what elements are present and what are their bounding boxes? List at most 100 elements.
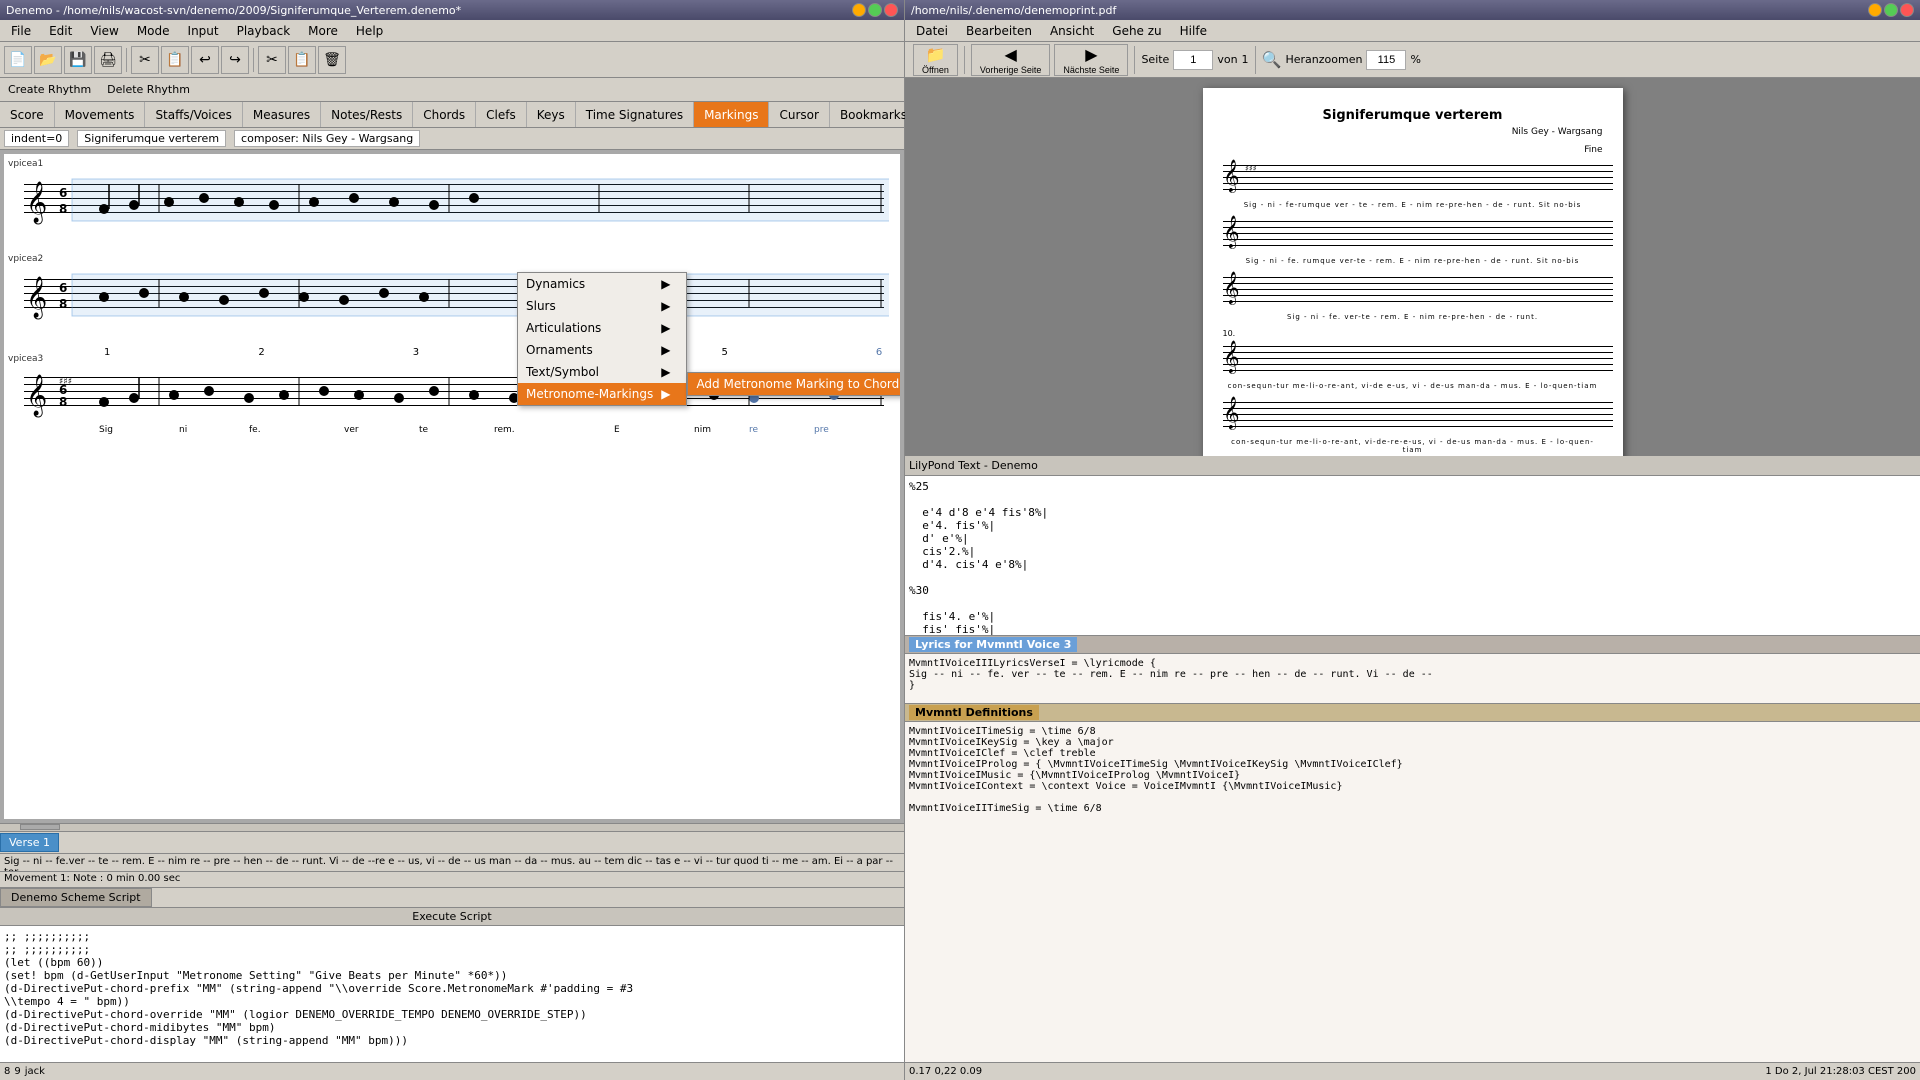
copy-btn[interactable]: 📋	[161, 46, 189, 74]
svg-text:pre: pre	[814, 425, 829, 435]
tab-movements[interactable]: Movements	[55, 102, 146, 127]
svg-text:8: 8	[59, 395, 67, 409]
tab-time[interactable]: Time Signatures	[576, 102, 694, 127]
left-titlebar: Denemo - /home/nils/wacost-svn/denemo/20…	[0, 0, 904, 20]
pdf-next-btn[interactable]: ▶ Nächste Seite	[1054, 44, 1128, 76]
definitions-content[interactable]: MvmntIVoiceITimeSig = \time 6/8 MvmntIVo…	[905, 722, 1920, 1062]
def-line-6: MvmntIVoiceIContext = \context Voice = V…	[909, 781, 1916, 792]
pdf-measure-num: 10.	[1223, 329, 1603, 338]
pdf-minimize-btn[interactable]	[1868, 3, 1882, 17]
pdf-menu-hilfe[interactable]: Hilfe	[1171, 21, 1216, 41]
voice1-label: vpicea1	[8, 159, 43, 169]
cut-btn[interactable]: ✂	[131, 46, 159, 74]
svg-text:𝄞: 𝄞	[1223, 340, 1240, 374]
delete-btn[interactable]: 🗑	[318, 46, 346, 74]
separator-1	[126, 48, 127, 72]
tab-staffs[interactable]: Staffs/Voices	[145, 102, 242, 127]
def-line-1: MvmntIVoiceITimeSig = \time 6/8	[909, 726, 1916, 737]
lilypond-content[interactable]: %25 e'4 d'8 e'4 fis'8%| e'4. fis'%| d' e…	[905, 476, 1920, 636]
line-indicator: 9	[14, 1066, 20, 1077]
tab-cursor[interactable]: Cursor	[769, 102, 829, 127]
pdf-open-btn[interactable]: 📁 Öffnen	[913, 44, 958, 76]
menu-view[interactable]: View	[81, 21, 127, 41]
left-statusbar: 8 9 jack	[0, 1062, 904, 1080]
add-metronome-item[interactable]: Add Metronome Marking to Chord	[688, 373, 900, 395]
metronome-item[interactable]: Metronome-Markings ▶	[518, 383, 686, 405]
scissors-btn[interactable]: ✂	[258, 46, 286, 74]
pdf-menu-ansicht[interactable]: Ansicht	[1041, 21, 1103, 41]
svg-text:𝄞: 𝄞	[26, 181, 47, 224]
redo-btn[interactable]: ↪	[221, 46, 249, 74]
composer-tag: composer: Nils Gey - Wargsang	[234, 130, 420, 147]
zoom-input[interactable]	[1366, 50, 1406, 70]
pdf-staff-4: 𝄞	[1223, 338, 1613, 378]
zoom-unit: %	[1410, 53, 1420, 66]
articulations-item[interactable]: Articulations ▶	[518, 317, 686, 339]
jack-status: jack	[25, 1066, 45, 1077]
pdf-menu-gehe[interactable]: Gehe zu	[1103, 21, 1170, 41]
pdf-prev-btn[interactable]: ◀ Vorherige Seite	[971, 44, 1051, 76]
close-btn[interactable]	[884, 3, 898, 17]
delete-rhythm-btn[interactable]: Delete Rhythm	[103, 82, 194, 97]
page-number-input[interactable]	[1173, 50, 1213, 70]
print-btn[interactable]: 🖨	[94, 46, 122, 74]
script-line-7: (d-DirectivePut-chord-override "MM" (log…	[4, 1008, 900, 1021]
tab-score[interactable]: Score	[0, 102, 55, 127]
lyrics-panel-content[interactable]: MvmntIVoiceIIILyricsVerseI = \lyricmode …	[905, 654, 1920, 704]
script-tabbar: Denemo Scheme Script	[0, 887, 904, 907]
execute-btn[interactable]: Execute Script	[0, 907, 904, 926]
text-symbol-item[interactable]: Text/Symbol ▶	[518, 361, 686, 383]
lily-line-6: cis'2.%|	[909, 545, 1916, 558]
lyrics-content-1: MvmntIVoiceIIILyricsVerseI = \lyricmode …	[909, 658, 1916, 669]
pdf-view-area[interactable]: Signiferumque verterem Nils Gey - Wargsa…	[905, 78, 1920, 456]
prev-btn-label: Vorherige Seite	[980, 65, 1042, 75]
menu-edit[interactable]: Edit	[40, 21, 81, 41]
pdf-staff-3: 𝄞	[1223, 269, 1613, 309]
scheme-script-tab[interactable]: Denemo Scheme Script	[0, 888, 152, 907]
fine-label: Fine	[1223, 145, 1603, 155]
pdf-menu-datei[interactable]: Datei	[907, 21, 957, 41]
tab-notes[interactable]: Notes/Rests	[321, 102, 413, 127]
save-btn[interactable]: 💾	[64, 46, 92, 74]
open-btn[interactable]: 📂	[34, 46, 62, 74]
menu-mode[interactable]: Mode	[128, 21, 179, 41]
create-rhythm-btn[interactable]: Create Rhythm	[4, 82, 95, 97]
menu-help[interactable]: Help	[347, 21, 392, 41]
maximize-btn[interactable]	[868, 3, 882, 17]
pdf-menu-bearbeiten[interactable]: Bearbeiten	[957, 21, 1041, 41]
next-btn-label: Nächste Seite	[1063, 65, 1119, 75]
ornaments-item[interactable]: Ornaments ▶	[518, 339, 686, 361]
undo-btn[interactable]: ↩	[191, 46, 219, 74]
minimize-btn[interactable]	[852, 3, 866, 17]
tab-chords[interactable]: Chords	[413, 102, 476, 127]
tab-measures[interactable]: Measures	[243, 102, 321, 127]
svg-text:te: te	[419, 425, 429, 435]
dynamics-item[interactable]: Dynamics ▶	[518, 273, 686, 295]
metronome-submenu: Add Metronome Marking to Chord	[687, 372, 900, 396]
articulations-arrow: ▶	[661, 321, 670, 335]
pdf-maximize-btn[interactable]	[1884, 3, 1898, 17]
hscrollbar[interactable]	[0, 823, 904, 831]
zoom-icon: 🔍	[1262, 50, 1282, 69]
slurs-item[interactable]: Slurs ▶	[518, 295, 686, 317]
folder-icon: 📁	[925, 45, 945, 65]
menu-playback[interactable]: Playback	[228, 21, 300, 41]
tab-clefs[interactable]: Clefs	[476, 102, 527, 127]
script-section: Execute Script ;; ;;;;;;;;;; ;; ;;;;;;;;…	[0, 907, 904, 1062]
pdf-sep-3	[1255, 46, 1256, 74]
new-btn[interactable]: 📄	[4, 46, 32, 74]
script-editor[interactable]: ;; ;;;;;;;;;; ;; ;;;;;;;;;; (let ((bpm 6…	[0, 926, 904, 1062]
verse-1-tab[interactable]: Verse 1	[0, 833, 59, 852]
pdf-close-btn[interactable]	[1900, 3, 1914, 17]
menu-input[interactable]: Input	[179, 21, 228, 41]
menu-file[interactable]: File	[2, 21, 40, 41]
actions-bar: Create Rhythm Delete Rhythm	[0, 78, 904, 102]
paste-btn[interactable]: 📋	[288, 46, 316, 74]
script-line-1: ;; ;;;;;;;;;;	[4, 930, 900, 943]
menu-more[interactable]: More	[299, 21, 347, 41]
lyrics-panel-title: Lyrics for MvmntI Voice 3	[905, 636, 1920, 654]
tab-keys[interactable]: Keys	[527, 102, 576, 127]
lily-line-11: fis'4. e'%|	[909, 610, 1916, 623]
hscrollbar-thumb[interactable]	[20, 824, 60, 830]
tab-markings[interactable]: Markings	[694, 102, 769, 127]
